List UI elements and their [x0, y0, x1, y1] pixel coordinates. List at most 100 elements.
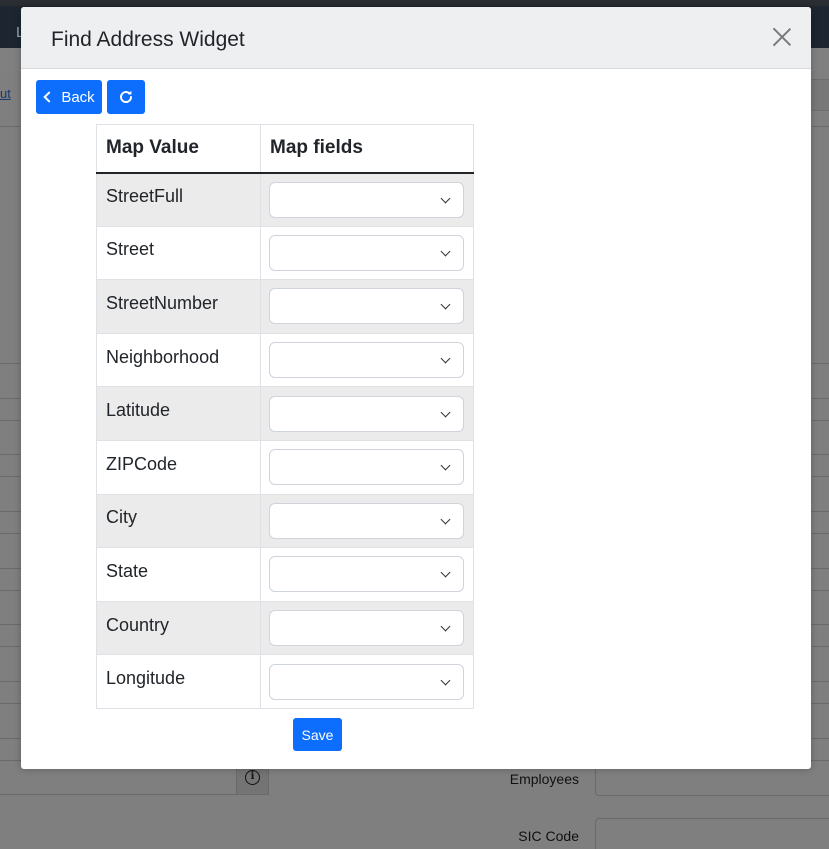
background-top-strip — [0, 0, 829, 6]
map-field-select[interactable] — [269, 502, 464, 539]
background-divider — [0, 398, 22, 399]
background-divider — [0, 681, 22, 682]
chevron-down-icon — [440, 460, 451, 471]
background-divider — [810, 533, 829, 534]
table-header-row: Map Value Map fields — [96, 124, 474, 174]
map-field-select[interactable] — [269, 288, 464, 325]
chevron-down-icon — [440, 407, 451, 418]
refresh-button[interactable] — [107, 80, 145, 114]
close-icon[interactable] — [769, 24, 795, 50]
background-partial-link: ut — [0, 86, 11, 101]
background-divider — [810, 703, 829, 704]
employees-label: Employees — [509, 771, 579, 787]
map-field-cell — [260, 279, 474, 334]
address-mapping-table: Map Value Map fields StreetFull Street S… — [96, 124, 474, 709]
map-field-select[interactable] — [269, 395, 464, 432]
map-value-cell: Country — [96, 600, 261, 656]
chevron-down-icon — [440, 675, 451, 686]
table-row: ZIPCode — [96, 439, 474, 495]
chevron-down-icon — [440, 193, 451, 203]
refresh-icon — [120, 90, 133, 103]
chevron-left-icon — [43, 91, 55, 103]
map-field-cell — [260, 439, 474, 495]
map-value-cell: Street — [96, 225, 261, 281]
background-divider — [0, 590, 22, 591]
table-row: Street — [96, 225, 474, 281]
save-button[interactable]: Save — [293, 718, 342, 751]
map-value-cell: Longitude — [96, 654, 261, 709]
map-field-cell — [260, 172, 474, 227]
background-divider — [810, 568, 829, 569]
background-divider — [810, 454, 829, 455]
map-field-select[interactable] — [269, 610, 464, 647]
map-field-cell — [260, 225, 474, 281]
table-row: Longitude — [96, 654, 474, 709]
table-body: StreetFull Street StreetNumber Neighborh… — [96, 172, 474, 709]
background-divider — [810, 590, 829, 591]
sic-code-field — [595, 818, 829, 849]
background-divider — [0, 363, 22, 364]
background-divider — [810, 624, 829, 625]
map-field-cell — [260, 600, 474, 656]
column-header-map-fields: Map fields — [260, 124, 474, 174]
table-row: Country — [96, 600, 474, 656]
background-divider — [0, 420, 22, 421]
map-field-cell — [260, 654, 474, 709]
background-divider — [810, 646, 829, 647]
chevron-down-icon — [440, 246, 451, 257]
map-value-cell: Latitude — [96, 386, 261, 441]
background-divider — [0, 738, 22, 739]
background-divider — [0, 624, 22, 625]
chevron-down-icon — [440, 568, 451, 578]
map-value-cell: City — [96, 493, 261, 549]
background-divider — [810, 363, 829, 364]
map-field-cell — [260, 332, 474, 388]
background-divider — [810, 511, 829, 512]
chevron-down-icon — [440, 514, 451, 525]
background-divider — [810, 398, 829, 399]
table-row: State — [96, 547, 474, 602]
map-value-cell: Neighborhood — [96, 332, 261, 388]
map-field-cell — [260, 386, 474, 441]
background-divider — [0, 454, 22, 455]
table-row: StreetFull — [96, 172, 474, 227]
map-field-select[interactable] — [269, 449, 464, 486]
background-right-box — [810, 79, 829, 111]
background-divider — [810, 476, 829, 477]
table-row: StreetNumber — [96, 279, 474, 334]
background-divider — [810, 681, 829, 682]
chevron-down-icon — [440, 353, 451, 364]
chevron-down-icon — [440, 300, 451, 310]
map-field-select[interactable] — [269, 342, 464, 379]
table-row: Latitude — [96, 386, 474, 441]
column-header-map-value: Map Value — [96, 124, 261, 174]
background-divider — [810, 738, 829, 739]
map-value-cell: State — [96, 547, 261, 602]
chevron-down-icon — [440, 621, 451, 632]
map-field-select[interactable] — [269, 234, 464, 271]
map-value-cell: ZIPCode — [96, 439, 261, 495]
map-field-select[interactable] — [269, 663, 464, 700]
table-row: Neighborhood — [96, 332, 474, 388]
modal-title: Find Address Widget — [51, 28, 245, 51]
background-divider — [0, 533, 22, 534]
back-button-label: Back — [61, 88, 95, 106]
background-divider — [0, 703, 22, 704]
background-divider — [0, 646, 22, 647]
info-circle-icon: i — [245, 770, 260, 785]
find-address-widget-modal: Find Address Widget Back Map Value Map f… — [21, 7, 811, 769]
map-field-select[interactable] — [269, 556, 464, 593]
background-divider — [810, 420, 829, 421]
map-field-cell — [260, 493, 474, 549]
modal-header: Find Address Widget — [21, 7, 811, 69]
back-button[interactable]: Back — [36, 80, 102, 114]
background-divider — [0, 511, 22, 512]
map-field-select[interactable] — [269, 181, 464, 218]
table-row: City — [96, 493, 474, 549]
background-divider — [0, 476, 22, 477]
map-value-cell: StreetFull — [96, 172, 261, 227]
map-field-cell — [260, 547, 474, 602]
map-value-cell: StreetNumber — [96, 279, 261, 334]
background-divider — [0, 568, 22, 569]
sic-code-label: SIC Code — [518, 828, 579, 844]
